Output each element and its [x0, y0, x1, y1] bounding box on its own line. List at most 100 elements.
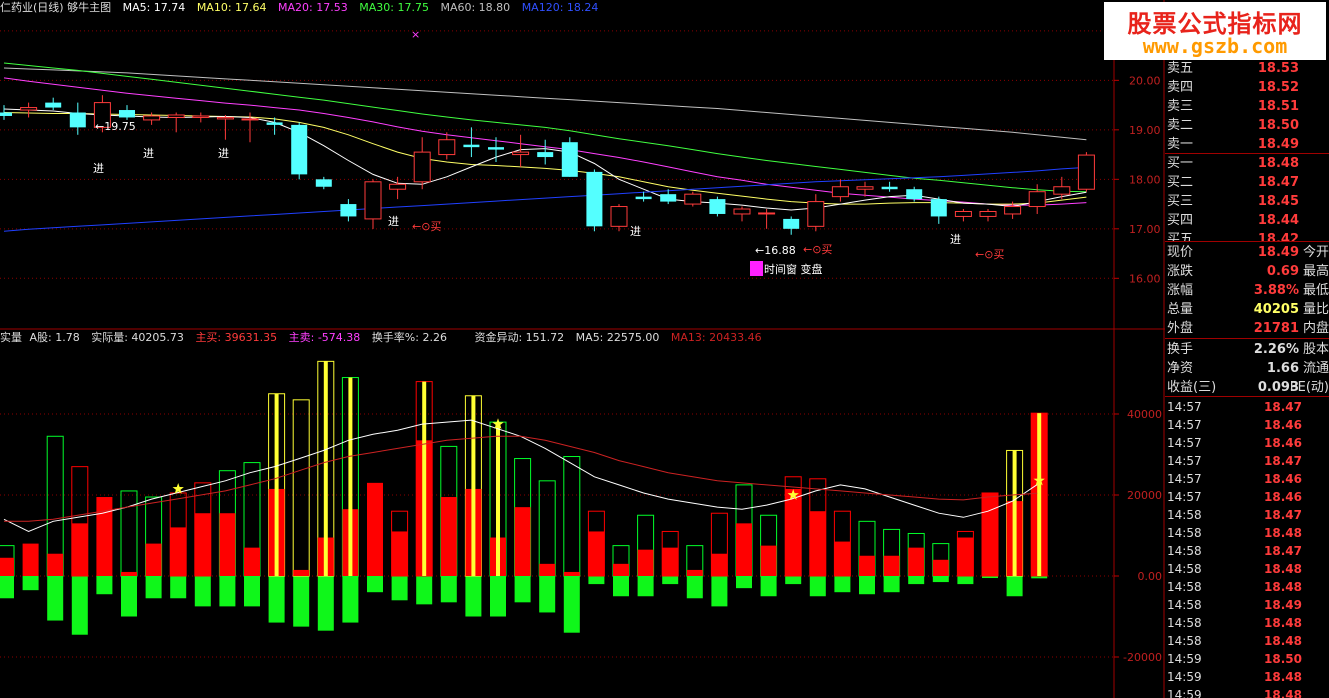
- watermark-logo: 股票公式指标网 www.gszb.com: [1104, 2, 1326, 60]
- tick-row: 14:57 18.46: [1165, 470, 1329, 488]
- order-level: 卖四 18.52: [1165, 78, 1329, 97]
- price-tick-label: 17.00: [1129, 223, 1161, 236]
- candle-body-down: [291, 124, 308, 175]
- volume-bar-negative: [809, 576, 826, 597]
- time-window-marker: [750, 261, 763, 276]
- candle-body-up: [733, 208, 751, 215]
- candle-body-down: [119, 110, 135, 118]
- quote-row-right-label: 内盘: [1302, 321, 1329, 336]
- volume-bar-negative: [662, 576, 679, 585]
- watermark-url: www.gszb.com: [1142, 34, 1288, 58]
- annotation-window: 时间窗 变盘: [764, 262, 823, 276]
- order-level-value: 18.45: [1257, 194, 1299, 209]
- stats-panel: 换手 2.26% 股本 净资 1.66 流通 收益(三) 0.093 PE(动): [1165, 340, 1329, 397]
- tick-row: 14:58 18.47: [1165, 506, 1329, 524]
- price-tick-label: 18.00: [1129, 173, 1161, 186]
- volume-bar-negative: [883, 576, 900, 593]
- volume-bar-negative: [932, 576, 949, 583]
- price-axis-labels: 21.0020.0019.0018.0017.0016.004000020000…: [1123, 25, 1162, 664]
- tick-time: 14:58: [1167, 580, 1202, 594]
- candle-body-down: [635, 196, 652, 200]
- annotation-buy: ←⊙买: [412, 220, 441, 233]
- tick-time: 14:57: [1167, 454, 1202, 468]
- candlesticks: [0, 95, 1095, 235]
- volume-bar-negative: [490, 576, 506, 617]
- quote-row-value: 3.88%: [1253, 283, 1299, 298]
- volume-bar-positive: [711, 553, 728, 576]
- volume-bar-negative: [711, 576, 728, 607]
- volume-highlight-bar: [274, 393, 279, 576]
- tick-time: 14:57: [1167, 400, 1202, 414]
- volume-tick-label: 0.00: [1138, 570, 1163, 583]
- vol-title: 实量: [0, 331, 22, 344]
- order-book-panel: 卖五 18.53 卖四 18.52 卖三 18.51 卖二 18.50 卖一 18.49 买一 18.…: [1165, 59, 1329, 241]
- volume-bar-positive: [563, 571, 580, 576]
- tick-time: 14:57: [1167, 418, 1202, 432]
- order-level-value: 18.53: [1257, 61, 1299, 76]
- stock-title[interactable]: 仁药业(日线) 够牛主图: [0, 1, 111, 14]
- ma10-legend: MA10: 17.64: [196, 1, 267, 14]
- stats-row-right-label: 股本: [1302, 342, 1329, 357]
- candle-body-down: [586, 171, 603, 227]
- tick-row: 14:57 18.47: [1165, 398, 1329, 416]
- quote-row: 涨跌 0.69 最高: [1165, 262, 1329, 281]
- tick-row: 14:57 18.47: [1165, 452, 1329, 470]
- order-level-value: 18.44: [1257, 213, 1299, 228]
- quote-row: 总量 40205 量比: [1165, 300, 1329, 319]
- volume-tick-label: 20000: [1127, 489, 1162, 502]
- candle-body-down: [561, 142, 578, 177]
- volume-bar-negative: [121, 576, 137, 617]
- volume-bar-negative: [736, 576, 752, 589]
- actual-volume: 实际量: 40205.73: [91, 331, 184, 344]
- order-level-label: 卖四: [1167, 80, 1194, 95]
- stats-row: 收益(三) 0.093 PE(动): [1165, 378, 1329, 397]
- volume-bar-negative: [760, 576, 777, 597]
- candle-body-down: [0, 112, 12, 116]
- quote-row: 涨幅 3.88% 最低: [1165, 281, 1329, 300]
- tick-row: 14:58 18.48: [1165, 578, 1329, 596]
- volume-bar-negative: [145, 576, 162, 599]
- candle-body-up: [954, 210, 972, 217]
- volume-bar-positive: [22, 543, 39, 576]
- volume-bar-positive: [662, 547, 679, 576]
- order-level: 买四 18.44: [1165, 211, 1329, 230]
- quote-row-right-label: 最高: [1302, 264, 1329, 279]
- volume-bar-positive: [96, 497, 113, 576]
- stats-row: 换手 2.26% 股本: [1165, 340, 1329, 359]
- volume-bar-positive: [736, 523, 752, 576]
- volume-highlight-bar: [471, 395, 476, 576]
- order-level-value: 18.51: [1257, 99, 1299, 114]
- annotation-lo: ←16.88: [755, 244, 796, 257]
- volume-bar-positive: [440, 497, 457, 576]
- tick-row: 14:59 18.48: [1165, 686, 1329, 698]
- tick-time: 14:58: [1167, 544, 1202, 558]
- order-level-label: 卖五: [1167, 61, 1194, 76]
- quote-row-right-label: 今开: [1302, 245, 1329, 260]
- candle-body-up: [831, 186, 849, 198]
- volume-bar-negative: [785, 576, 802, 585]
- tick-row: 14:58 18.48: [1165, 632, 1329, 650]
- quote-row-label: 外盘: [1167, 321, 1194, 336]
- candle-body-down: [881, 186, 898, 190]
- volume-bar-positive: [170, 527, 187, 576]
- candle-body-down: [340, 204, 357, 217]
- annotation-jin: 进: [218, 147, 229, 160]
- tick-price: 18.46: [1264, 490, 1302, 504]
- kline-chart[interactable]: 进进进进进进←⊙买←⊙买←⊙买←19.75←16.88时间窗 变盘 21.002…: [0, 0, 1329, 698]
- candle-body-down: [266, 122, 283, 125]
- volume-bar-positive: [145, 543, 162, 576]
- candle-body-down: [45, 102, 62, 108]
- volume-bar-negative: [194, 576, 211, 607]
- tick-time: 14:57: [1167, 436, 1202, 450]
- tick-list-panel[interactable]: 14:57 18.47 14:57 18.46 14:57 18.46 14:57 18.47…: [1165, 398, 1329, 698]
- stats-row-value: 1.66: [1266, 361, 1299, 376]
- volume-bar-positive: [834, 541, 851, 576]
- vol-ma5-legend: MA5: 22575.00: [575, 331, 660, 344]
- tick-price: 18.48: [1264, 688, 1302, 698]
- candle-body-up: [143, 115, 161, 121]
- tick-price: 18.48: [1264, 670, 1302, 684]
- tick-time: 14:58: [1167, 508, 1202, 522]
- order-level: 买二 18.47: [1165, 173, 1329, 192]
- a-share-value: A股: 1.78: [29, 331, 80, 344]
- candle-body-up: [979, 210, 997, 217]
